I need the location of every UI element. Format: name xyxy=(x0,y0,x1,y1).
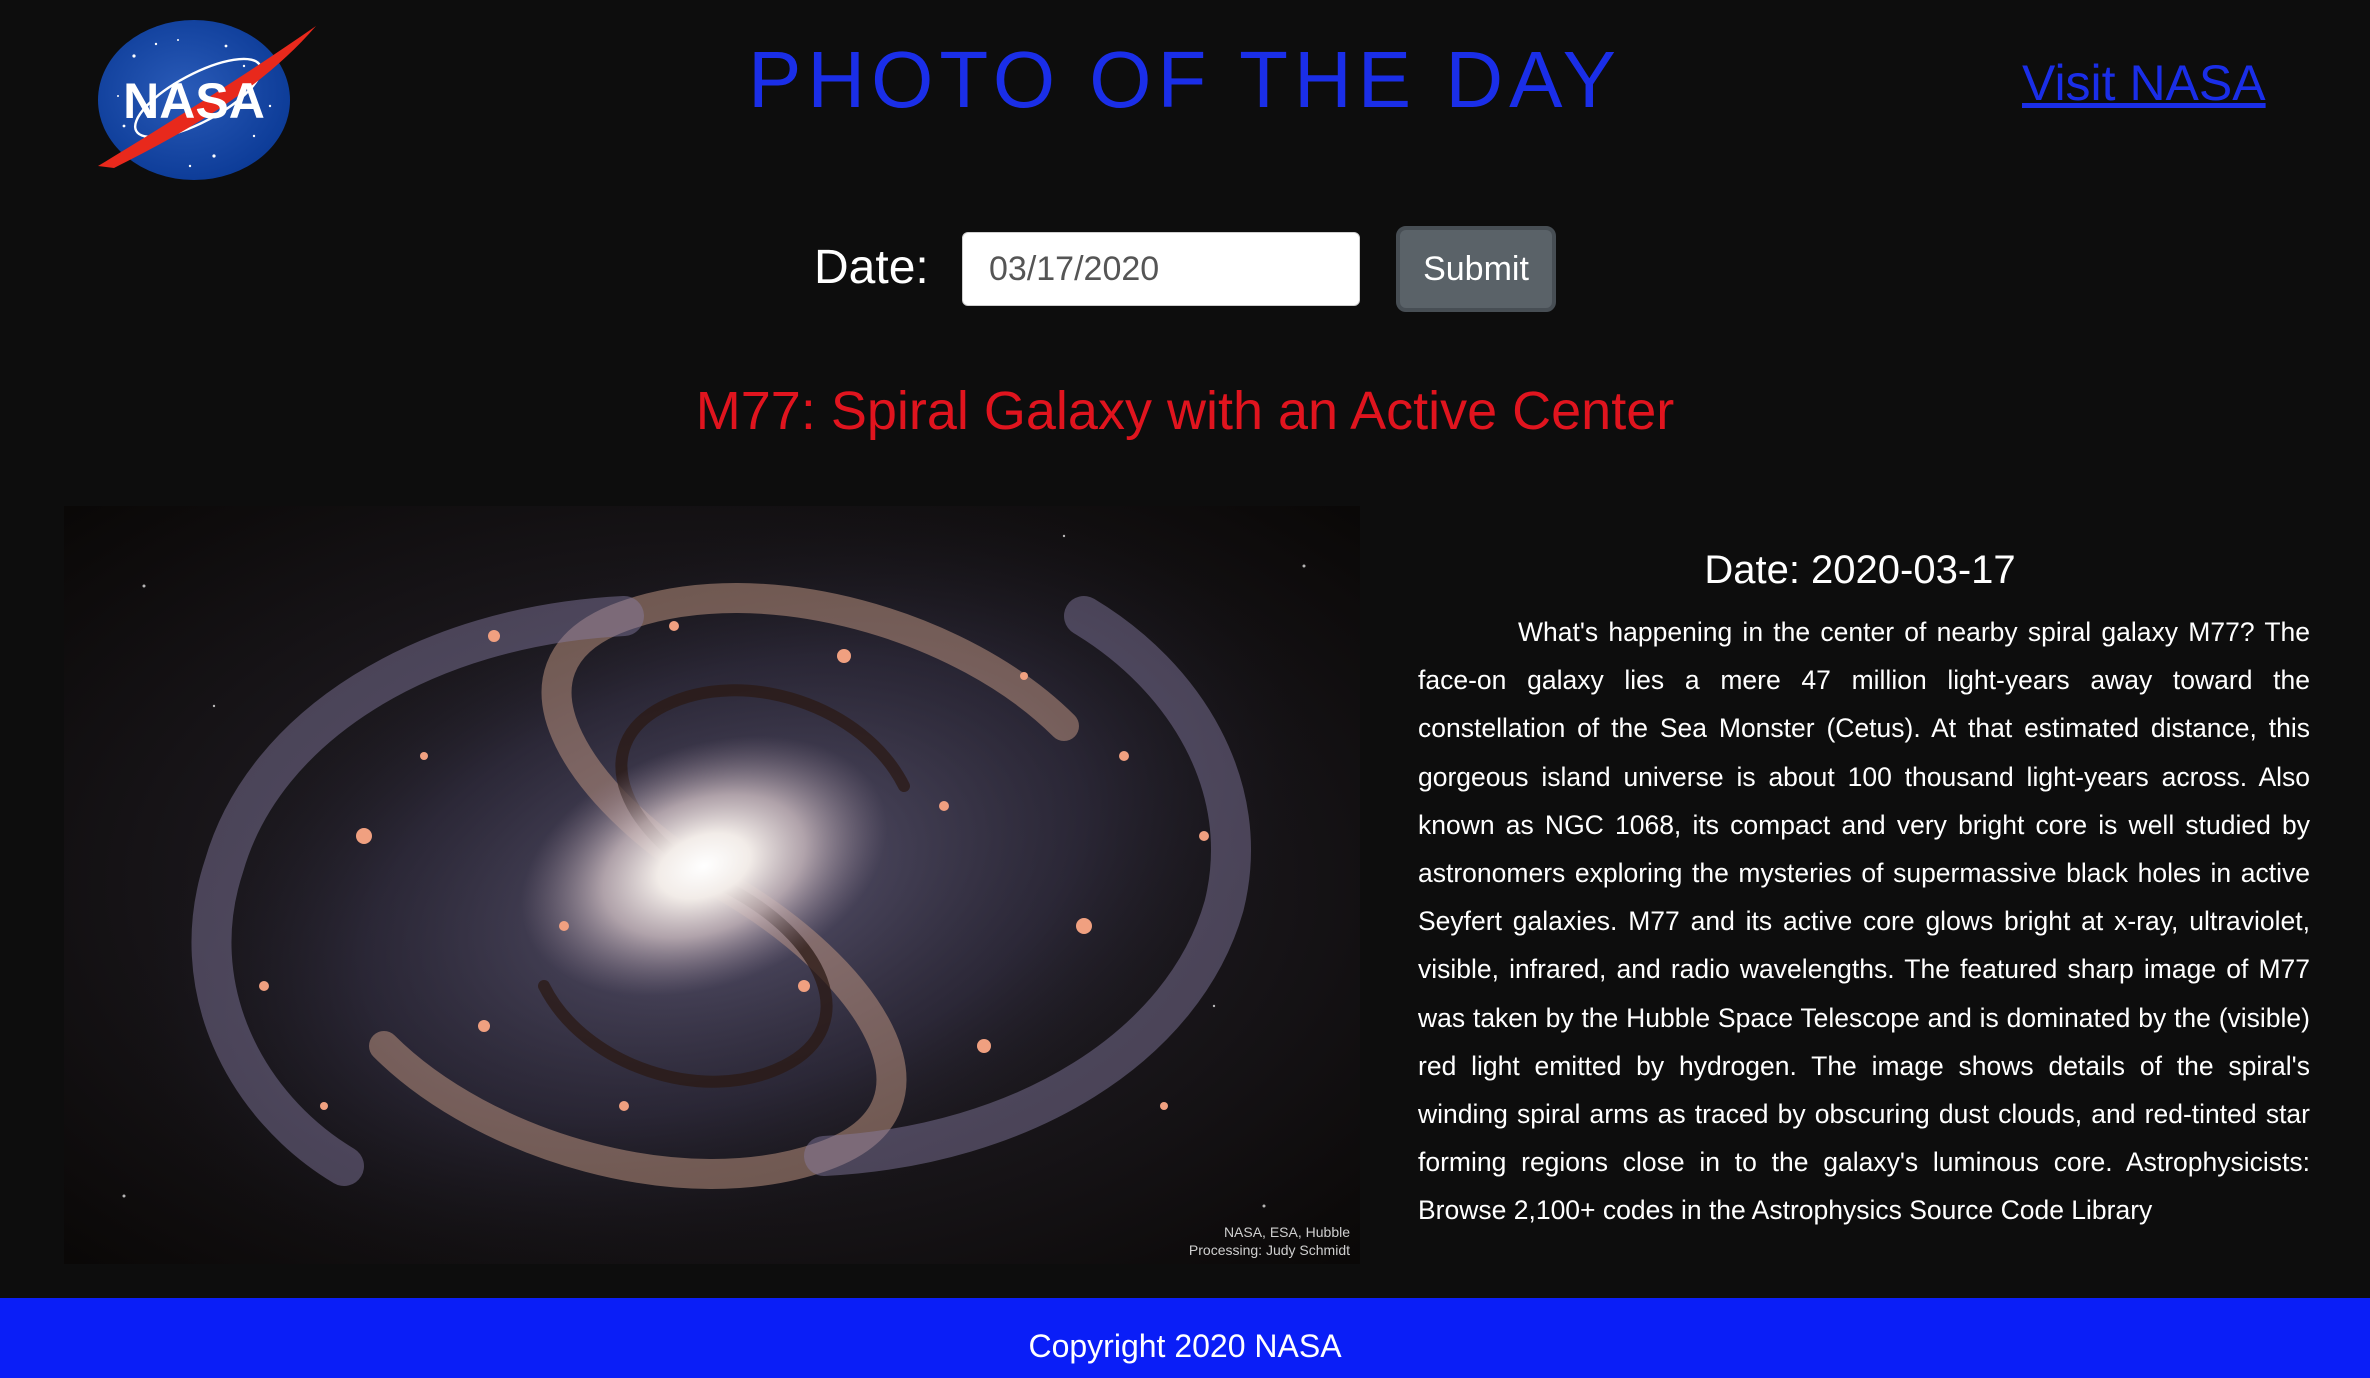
photo-date: Date: 2020-03-17 xyxy=(1704,548,2016,592)
photo-credit-line2: Processing: Judy Schmidt xyxy=(1189,1242,1350,1258)
page: NASA PHOTO OF THE DAY Visit NASA Date: 0… xyxy=(0,0,2370,1378)
photo-credit-line1: NASA, ESA, Hubble xyxy=(1224,1224,1350,1240)
date-label: Date: xyxy=(814,241,929,294)
footer-copyright: Copyright 2020 NASA xyxy=(1028,1328,1342,1364)
page-title: PHOTO OF THE DAY xyxy=(748,35,1622,124)
galaxy-photo: NASA, ESA, Hubble Processing: Judy Schmi… xyxy=(64,506,1360,1264)
date-input[interactable]: 03/17/2020 xyxy=(962,232,1360,306)
visit-nasa-link[interactable]: Visit NASA xyxy=(2022,54,2266,112)
footer: Copyright 2020 NASA xyxy=(0,1298,2370,1378)
photo-title: M77: Spiral Galaxy with an Active Center xyxy=(695,381,1675,441)
submit-button[interactable]: Submit xyxy=(1396,226,1556,312)
photo-explanation: What's happening in the center of nearby… xyxy=(1418,617,2310,1226)
galaxy-image: NASA, ESA, Hubble Processing: Judy Schmi… xyxy=(64,506,1360,1264)
